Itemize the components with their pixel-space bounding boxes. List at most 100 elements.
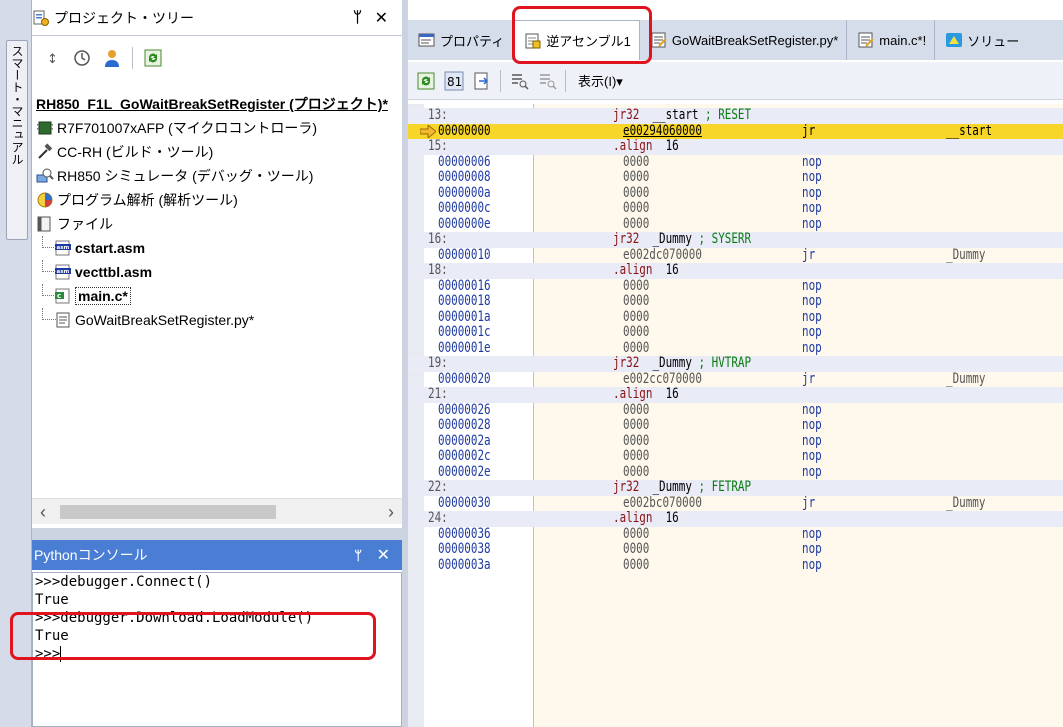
machine-code: 0000 xyxy=(623,324,650,340)
instruction-row[interactable]: 00000036 0000 nop xyxy=(408,525,1063,543)
operand: 16 xyxy=(652,138,679,154)
refresh-icon[interactable] xyxy=(416,71,436,91)
hammer-icon xyxy=(38,143,53,159)
source-line[interactable]: 18: .align 16 xyxy=(408,262,1063,279)
source-statement: .align 16 xyxy=(613,510,679,527)
operand: _Dummy xyxy=(639,355,692,371)
instruction-row[interactable]: 0000003a 0000 nop xyxy=(408,557,1063,574)
source-line[interactable]: 16: jr32 _Dummy ; SYSERR xyxy=(408,231,1063,248)
file-label: cstart.asm xyxy=(75,240,146,256)
tab-main-c[interactable]: main.c*! xyxy=(847,20,936,60)
instruction-row[interactable]: 0000002c 0000 nop xyxy=(408,448,1063,465)
instruction-row[interactable]: 00000030 e002bc070000 jr _Dummy xyxy=(408,494,1063,512)
scroll-left-icon[interactable]: ‹ xyxy=(40,502,46,523)
smart-manual-tab[interactable]: スマート・マニュアル xyxy=(6,40,28,240)
file-item-cstart[interactable]: asm cstart.asm xyxy=(32,236,402,260)
go-to-icon[interactable] xyxy=(472,71,492,91)
current-instruction-row[interactable]: 00000000 e00294060000 jr __start xyxy=(408,122,1063,139)
source-statement: jr32 _Dummy ; FETRAP xyxy=(613,479,751,496)
tab-properties[interactable]: プロパティ xyxy=(408,20,514,60)
instruction-row[interactable]: 0000000a 0000 nop xyxy=(408,185,1063,202)
mnemonic: nop xyxy=(802,525,822,542)
instruction-row[interactable]: 00000006 0000 nop xyxy=(408,153,1063,171)
tree-item-files-folder[interactable]: ファイル xyxy=(32,212,402,236)
disassembly-view[interactable]: 13: jr32 __start ; RESET 00000000 e00294060… xyxy=(408,104,1063,727)
mnemonic: nop xyxy=(802,401,822,418)
instruction-row[interactable]: 0000002e 0000 nop xyxy=(408,464,1063,481)
sort-icon[interactable]: ↕ xyxy=(42,48,62,68)
document-area: プロパティ 逆アセンブル1 GoWaitBreakSetRegister.py*… xyxy=(408,0,1063,727)
machine-code: 0000 xyxy=(623,293,650,309)
pin-icon[interactable]: ᛘ xyxy=(353,9,362,26)
machine-code: 0000 xyxy=(623,432,650,449)
mnemonic: nop xyxy=(802,215,822,232)
instruction-row[interactable]: 00000026 0000 nop xyxy=(408,401,1063,419)
scroll-right-icon[interactable]: › xyxy=(388,502,394,523)
tree-root-project[interactable]: RH850_F1L_GoWaitBreakSetRegister (プロジェクト… xyxy=(32,92,402,116)
operand: 16 xyxy=(652,262,679,278)
tab-solution[interactable]: ソリュー xyxy=(935,20,1027,60)
tree-item-analysis-tool[interactable]: プログラム解析 (解析ツール) xyxy=(32,188,402,212)
source-line[interactable]: 21: .align 16 xyxy=(408,386,1063,403)
display-menu[interactable]: 表示(I)▾ xyxy=(578,71,623,90)
tree-item-debug-tool[interactable]: RH850 シミュレータ (デバッグ・ツール) xyxy=(32,164,402,188)
tab-label: main.c*! xyxy=(879,32,927,48)
user-icon[interactable] xyxy=(102,48,122,68)
instruction-row[interactable]: 0000001e 0000 nop xyxy=(408,340,1063,357)
instruction-row[interactable]: 0000000e 0000 nop xyxy=(408,215,1063,233)
mixed-display-icon[interactable]: 81 xyxy=(444,71,464,91)
source-line[interactable]: 19: jr32 _Dummy ; HVTRAP xyxy=(408,355,1063,372)
forward-search-icon[interactable] xyxy=(509,71,529,91)
instruction-row[interactable]: 0000001c 0000 nop xyxy=(408,324,1063,341)
instruction-row[interactable]: 00000028 0000 nop xyxy=(408,417,1063,434)
tree-item-build-tool[interactable]: CC-RH (ビルド・ツール) xyxy=(32,140,402,164)
instruction-row[interactable]: 00000008 0000 nop xyxy=(408,169,1063,186)
file-item-vecttbl[interactable]: asm vecttbl.asm xyxy=(32,260,402,284)
tab-python-script[interactable]: GoWaitBreakSetRegister.py* xyxy=(640,20,848,60)
address: 00000006 xyxy=(438,153,491,170)
address: 00000008 xyxy=(438,169,491,185)
refresh-icon[interactable] xyxy=(143,48,163,68)
mnemonic: nop xyxy=(802,432,822,449)
asm-file-icon: asm xyxy=(55,264,71,280)
mnemonic: jr xyxy=(802,370,816,387)
tree-item-microcontroller[interactable]: R7F701007xAFP (マイクロコントローラ) xyxy=(32,116,402,140)
horizontal-scrollbar[interactable]: ‹ › xyxy=(32,498,402,524)
instruction-row[interactable]: 0000000c 0000 nop xyxy=(408,200,1063,217)
script-file-icon xyxy=(651,32,667,48)
script-file-icon xyxy=(56,312,70,328)
tab-label: GoWaitBreakSetRegister.py* xyxy=(671,32,839,48)
line-number: 24: xyxy=(428,510,448,526)
clock-icon[interactable] xyxy=(72,48,92,68)
mnemonic: jr xyxy=(802,494,816,511)
mnemonic: nop xyxy=(802,200,822,216)
instruction-row[interactable]: 0000002a 0000 nop xyxy=(408,432,1063,450)
file-item-python-script[interactable]: GoWaitBreakSetRegister.py* xyxy=(32,308,402,332)
source-line[interactable]: 15: .align 16 xyxy=(408,138,1063,155)
instruction-row[interactable]: 0000001a 0000 nop xyxy=(408,308,1063,326)
address: 00000020 xyxy=(438,370,491,387)
address: 0000000e xyxy=(438,215,491,232)
backward-search-icon[interactable] xyxy=(537,71,557,91)
source-line[interactable]: 24: .align 16 xyxy=(408,510,1063,527)
scrollbar-thumb[interactable] xyxy=(60,505,276,519)
machine-code: e00294060000 xyxy=(623,122,702,139)
machine-code: 0000 xyxy=(623,308,650,325)
source-line[interactable]: 13: jr32 __start ; RESET xyxy=(408,107,1063,124)
close-icon[interactable]: ✕ xyxy=(375,8,388,28)
instruction-row[interactable]: 00000020 e002cc070000 jr _Dummy xyxy=(408,370,1063,388)
directive: jr32 xyxy=(613,107,640,123)
source-line[interactable]: 22: jr32 _Dummy ; FETRAP xyxy=(408,479,1063,496)
project-tree-toolbar: ↕ xyxy=(32,38,402,78)
source-statement: .align 16 xyxy=(613,386,679,403)
instruction-row[interactable]: 00000018 0000 nop xyxy=(408,293,1063,310)
instruction-row[interactable]: 00000038 0000 nop xyxy=(408,541,1063,558)
project-tree-title: プロジェクト・ツリー xyxy=(54,9,194,26)
instruction-row[interactable]: 00000016 0000 nop xyxy=(408,278,1063,295)
pin-icon[interactable]: ᛘ xyxy=(354,548,362,563)
machine-code: 0000 xyxy=(623,401,650,418)
close-icon[interactable]: ✕ xyxy=(377,545,390,565)
instruction-row[interactable]: 00000010 e002dc070000 jr _Dummy xyxy=(408,247,1063,264)
file-item-main-c[interactable]: c main.c* xyxy=(32,284,402,308)
highlight-loadmodule-command xyxy=(10,612,376,660)
